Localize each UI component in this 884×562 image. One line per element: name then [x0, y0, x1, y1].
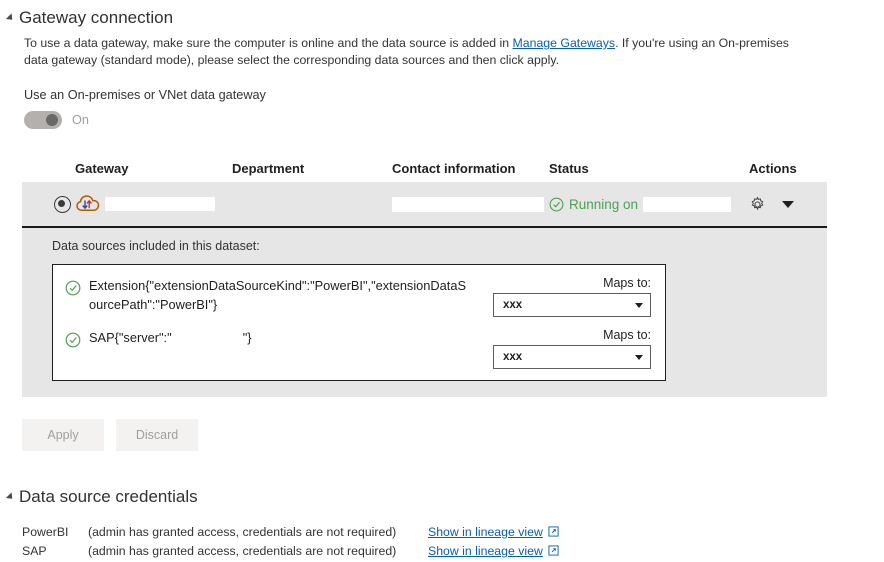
data-source-mapping: Maps to: xxx	[473, 276, 651, 317]
gateway-toggle-label: Use an On-premises or VNet data gateway	[24, 88, 266, 102]
gateway-connection-header[interactable]: Gateway connection	[0, 0, 884, 28]
actions-cell	[749, 195, 827, 213]
chevron-down-icon	[635, 302, 643, 308]
check-circle-icon	[65, 332, 81, 348]
show-in-lineage-view-link[interactable]: Show in lineage view	[428, 544, 543, 558]
credential-note: (admin has granted access, credentials a…	[88, 544, 397, 558]
check-circle-icon	[65, 280, 81, 296]
toggle-state-label: On	[72, 113, 89, 127]
column-header-department: Department	[232, 161, 305, 176]
data-source-item: SAP{"server":" "} Maps to: xxx	[53, 318, 665, 370]
caret-down-icon[interactable]	[782, 200, 794, 208]
credentials-row: SAP (admin has granted access, credentia…	[22, 543, 559, 562]
maps-to-selected-value: xxx	[503, 351, 523, 363]
credential-note: (admin has granted access, credentials a…	[88, 525, 397, 539]
gateway-radio-button[interactable]	[54, 195, 71, 213]
credential-link-cell: Show in lineage view	[428, 524, 559, 543]
cloud-gateway-icon	[76, 195, 100, 211]
gateway-table: Gateway Department Contact information S…	[22, 152, 827, 228]
gateway-toggle-switch[interactable]	[24, 111, 62, 129]
data-sources-panel: Data sources included in this dataset: E…	[22, 228, 827, 397]
apply-button[interactable]: Apply	[22, 419, 104, 451]
credential-source-name: PowerBI	[22, 525, 69, 539]
status-cell: Running on	[549, 196, 749, 212]
column-header-status: Status	[549, 161, 589, 176]
action-button-row: Apply Discard	[22, 419, 884, 451]
gateway-description: To use a data gateway, make sure the com…	[24, 35, 794, 69]
external-link-icon[interactable]	[548, 545, 559, 556]
triangle-collapse-icon[interactable]	[5, 13, 16, 23]
table-row[interactable]: Running on	[22, 182, 827, 228]
column-header-gateway: Gateway	[75, 161, 129, 176]
data-sources-title: Data sources included in this dataset:	[52, 239, 260, 253]
maps-to-label: Maps to:	[603, 276, 651, 290]
contact-information-cell	[392, 196, 549, 212]
maps-to-label: Maps to:	[603, 328, 651, 342]
credential-link-cell: Show in lineage view	[428, 543, 559, 562]
data-source-mapping: Maps to: xxx	[473, 328, 651, 369]
triangle-collapse-icon[interactable]	[5, 492, 16, 502]
table-header-row: Gateway Department Contact information S…	[22, 152, 827, 176]
data-source-credentials-header[interactable]: Data source credentials	[5, 487, 884, 507]
data-sources-box: Extension{"extensionDataSourceKind":"Pow…	[52, 264, 666, 381]
column-header-actions: Actions	[749, 161, 797, 176]
external-link-icon[interactable]	[548, 526, 559, 537]
page-title: Gateway connection	[19, 8, 174, 27]
data-source-name: Extension{"extensionDataSourceKind":"Pow…	[89, 278, 466, 312]
credentials-title: Data source credentials	[19, 487, 198, 506]
row-select-cell[interactable]	[22, 195, 75, 213]
gateway-name-cell	[75, 192, 232, 216]
chevron-down-icon	[635, 354, 643, 360]
contact-information-redaction	[392, 196, 544, 212]
data-source-name: SAP{"server":" "}	[89, 330, 252, 345]
gateway-name-redaction	[105, 197, 215, 211]
maps-to-select[interactable]: xxx	[493, 345, 651, 369]
show-in-lineage-view-link[interactable]: Show in lineage view	[428, 525, 543, 539]
status-suffix-redaction	[643, 196, 732, 212]
maps-to-select[interactable]: xxx	[493, 293, 651, 317]
discard-button[interactable]: Discard	[116, 419, 198, 451]
status-text: Running on	[569, 196, 639, 212]
credentials-row: PowerBI (admin has granted access, crede…	[22, 524, 559, 543]
column-header-contact-information: Contact information	[392, 161, 516, 176]
toggle-knob	[46, 114, 58, 126]
description-text-part1: To use a data gateway, make sure the com…	[24, 36, 513, 50]
manage-gateways-link[interactable]: Manage Gateways	[513, 36, 616, 50]
check-circle-icon	[549, 197, 564, 211]
credential-source-name: SAP	[22, 544, 47, 558]
gateway-toggle-row: On	[24, 111, 884, 129]
credentials-table: PowerBI (admin has granted access, crede…	[22, 524, 559, 562]
gear-icon[interactable]	[749, 195, 766, 213]
maps-to-selected-value: xxx	[503, 299, 523, 311]
data-source-item: Extension{"extensionDataSourceKind":"Pow…	[53, 273, 665, 318]
